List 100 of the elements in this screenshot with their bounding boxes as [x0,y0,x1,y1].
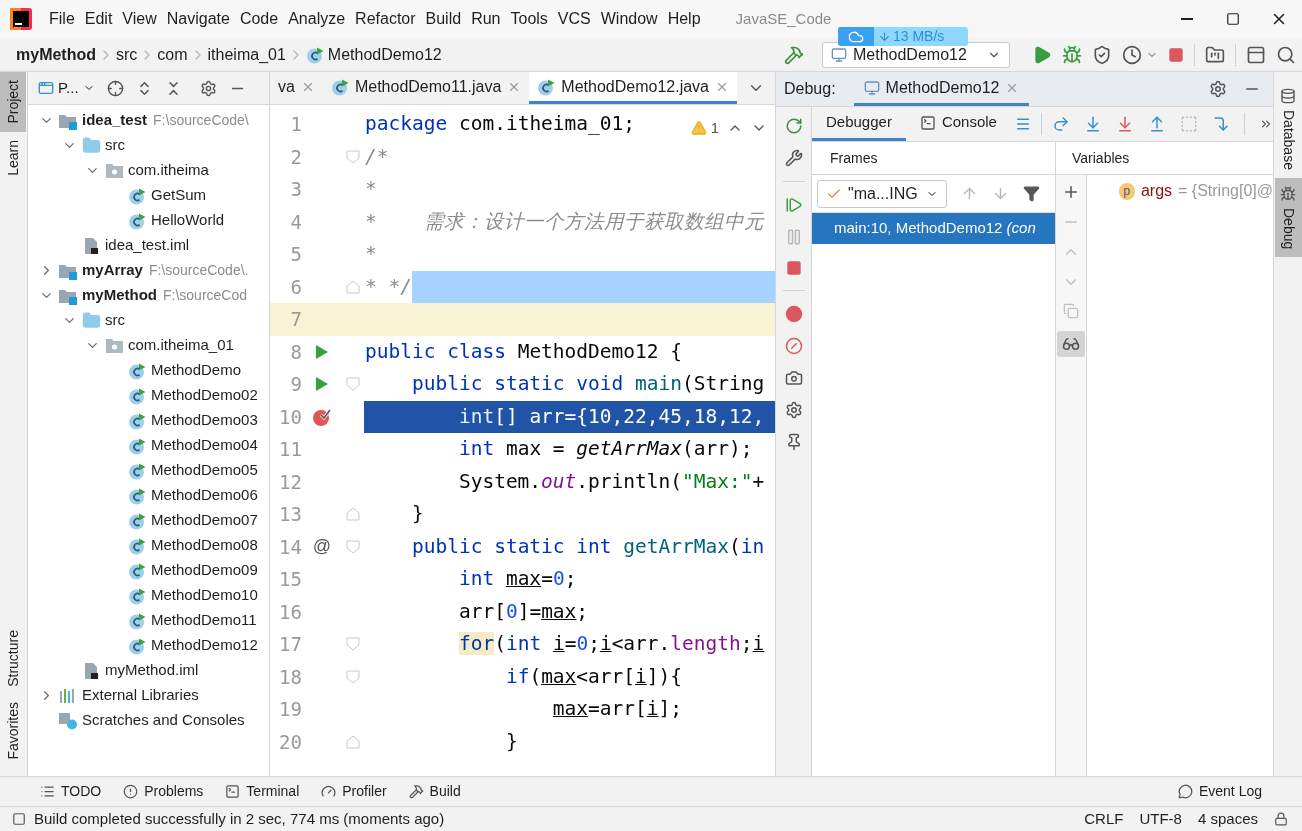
more-icon[interactable] [1259,117,1273,131]
coverage-shield-icon[interactable] [1092,44,1112,65]
menu-item[interactable]: Help [662,7,706,31]
tool-window-tab[interactable]: Favorites [0,694,26,768]
tree-item[interactable]: GetSum [151,184,207,207]
menu-item[interactable]: Edit [79,7,118,31]
fold-marker-icon[interactable] [345,636,361,653]
status-item[interactable]: UTF-8 [1139,807,1182,831]
tool-window-button[interactable]: Problems [123,781,204,802]
tree-item[interactable]: idea_test.iml [105,234,190,257]
fold-marker-icon[interactable] [345,538,361,555]
tool-window-button[interactable]: Profiler [321,781,387,802]
fold-marker-icon[interactable] [345,506,361,523]
menu-item[interactable]: Tools [505,7,553,31]
tree-item[interactable]: Scratches and Consoles [82,709,245,732]
tool-window-button[interactable]: Terminal [225,781,300,802]
profile-clock-icon[interactable] [1122,44,1142,65]
tree-item[interactable]: MethodDemo [151,359,242,382]
variable-name[interactable]: args [1140,179,1173,203]
tool-window-tab[interactable]: Structure [0,621,26,695]
tree-item[interactable]: myMethod [82,284,157,307]
panel-toggle-icon[interactable] [12,812,26,826]
run-to-cursor-icon[interactable] [1212,115,1230,133]
filter-icon[interactable] [1023,185,1040,202]
settings-icon[interactable] [1209,80,1227,98]
lock-icon[interactable] [1274,812,1288,826]
run-icon[interactable] [315,376,329,393]
menu-item[interactable]: Navigate [161,7,235,31]
resume-icon[interactable] [784,196,803,214]
warning-count[interactable]: 1 [710,117,719,140]
rerun-icon[interactable] [784,117,803,135]
tree-item[interactable]: MethodDemo10 [151,584,258,607]
stop-icon[interactable] [1168,46,1184,63]
force-step-into-icon[interactable] [1116,115,1134,133]
tool-window-button[interactable]: Build [408,781,461,802]
tree-item[interactable]: MethodDemo05 [151,459,258,482]
tree-item[interactable]: MethodDemo03 [151,409,258,432]
step-out-icon[interactable] [1148,115,1166,133]
build-hammer-icon[interactable] [784,44,804,65]
menu-item[interactable]: Build [420,7,467,31]
fold-marker-icon[interactable] [345,733,361,750]
menu-item[interactable]: VCS [552,7,596,31]
view-selector-dropdown[interactable]: P... [38,76,95,100]
menu-item[interactable]: Code [234,7,284,31]
fold-marker-icon[interactable] [345,148,361,165]
tree-item[interactable]: myMethod.iml [105,659,199,682]
add-watch-icon[interactable] [1062,183,1080,201]
menu-item[interactable]: Analyze [283,7,351,31]
breadcrumb-item[interactable]: myMethod [16,42,96,67]
tree-item[interactable]: myArray [82,259,143,282]
tree-item[interactable]: HelloWorld [151,209,225,232]
run-icon[interactable] [1032,44,1052,65]
warning-icon[interactable] [690,120,707,137]
breadcrumb-item[interactable]: src [116,42,138,67]
tool-window-tab[interactable]: Project [0,72,26,132]
step-over-icon[interactable] [1052,115,1070,133]
editor-tab[interactable]: MethodDemo11.java [322,72,530,104]
run-icon[interactable] [315,343,329,360]
tree-item[interactable]: MethodDemo12 [151,634,258,657]
menu-item[interactable]: View [117,7,162,31]
tree-item[interactable]: MethodDemo04 [151,434,258,457]
editor-tab[interactable]: va [270,72,323,104]
override-marker[interactable]: @ [312,533,332,561]
tool-window-tab[interactable]: Debug [1274,177,1302,258]
breadcrumb-item[interactable]: itheima_01 [207,42,286,67]
fold-marker-icon[interactable] [345,376,361,393]
menu-item[interactable]: Run [466,7,506,31]
tree-item[interactable]: MethodDemo07 [151,509,258,532]
step-into-icon[interactable] [1084,115,1102,133]
stack-frame[interactable]: main:10, MethodDemo12 (con [812,213,1055,244]
search-icon[interactable] [1276,44,1296,65]
status-item[interactable]: CRLF [1084,807,1124,831]
project-structure-icon[interactable] [1205,44,1225,65]
stop-icon[interactable] [785,260,802,276]
fold-marker-icon[interactable] [345,668,361,685]
menu-item[interactable]: Window [595,7,663,31]
camera-icon[interactable] [784,369,803,387]
debugger-tab[interactable]: Console [905,107,1011,141]
window-icon[interactable] [1246,44,1266,65]
tree-item[interactable]: MethodDemo02 [151,384,258,407]
editor-tab[interactable]: MethodDemo12.java [529,72,737,104]
tree-item[interactable]: MethodDemo11 [151,609,257,632]
thread-dropdown[interactable]: "ma...ING [817,179,947,208]
menu-item[interactable]: Refactor [350,7,421,31]
breadcrumb-item[interactable]: com [157,42,188,67]
tree-item[interactable]: com.itheima_01 [128,334,234,357]
tree-item[interactable]: src [105,309,125,332]
wrench-icon[interactable] [784,149,803,167]
debugger-tab[interactable]: Debugger [812,107,906,141]
tree-item[interactable]: MethodDemo09 [151,559,258,582]
mute-breakpoints-icon[interactable] [784,337,803,355]
settings-icon[interactable] [784,401,803,419]
tree-item[interactable]: com.itheima [128,159,209,182]
breadcrumb-item[interactable]: MethodDemo12 [327,42,442,67]
tool-window-tab[interactable]: Learn [0,131,26,184]
menu-item[interactable]: File [44,7,80,31]
locate-icon[interactable] [106,79,124,97]
tree-item[interactable]: MethodDemo06 [151,484,258,507]
settings-icon[interactable] [199,79,217,97]
status-item[interactable]: 4 spaces [1197,807,1258,831]
